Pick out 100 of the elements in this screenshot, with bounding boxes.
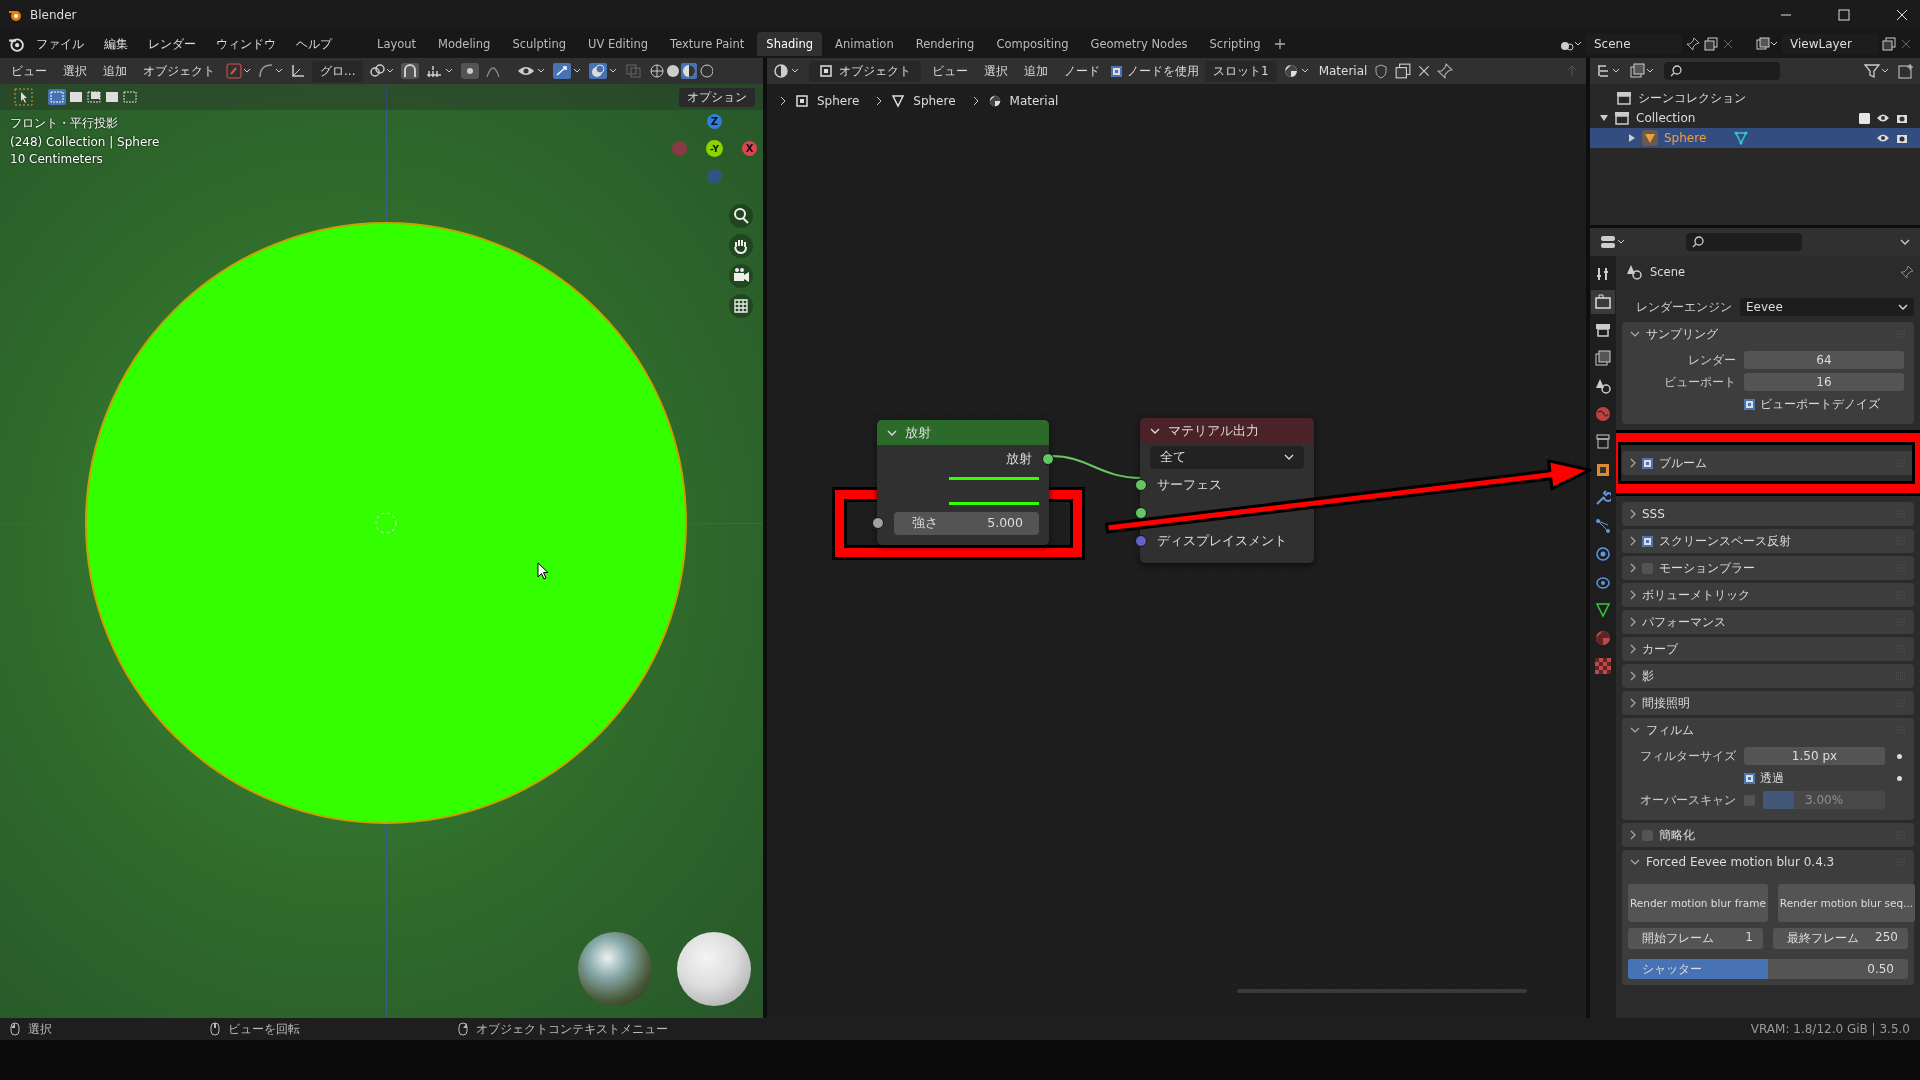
object-icon[interactable] bbox=[1595, 462, 1611, 478]
collapsed-triangle-icon[interactable] bbox=[1628, 134, 1636, 142]
material-field[interactable]: Material bbox=[1318, 64, 1368, 78]
grid-icon[interactable] bbox=[729, 294, 753, 318]
physics-icon[interactable] bbox=[1595, 546, 1611, 562]
menu-item[interactable]: ヘルプ bbox=[288, 33, 340, 55]
image-stack-icon[interactable] bbox=[1595, 350, 1611, 366]
constraint-icon[interactable] bbox=[1595, 574, 1611, 590]
input-socket-icon[interactable] bbox=[1135, 535, 1147, 547]
scene-collection-label[interactable]: シーンコレクション bbox=[1638, 89, 1746, 107]
camera-icon[interactable] bbox=[729, 264, 753, 288]
printer-icon[interactable] bbox=[1595, 322, 1611, 338]
keyframe-dot-icon[interactable] bbox=[1897, 775, 1902, 781]
transform-orientation-dropdown[interactable]: グロ... bbox=[312, 60, 364, 82]
collapse-chevron-icon[interactable] bbox=[887, 428, 897, 437]
node-header[interactable]: 放射 bbox=[877, 420, 1049, 445]
menu-item[interactable]: 選択 bbox=[58, 60, 92, 82]
panel-header[interactable]: モーションブラー bbox=[1622, 556, 1914, 580]
menu-item[interactable]: ビュー bbox=[6, 60, 52, 82]
panel-header[interactable]: 影 bbox=[1622, 664, 1914, 688]
menu-item[interactable]: ノード bbox=[1059, 60, 1105, 82]
camera-icon[interactable] bbox=[1896, 132, 1908, 144]
denoise-checkbox[interactable]: ビューポートデノイズ bbox=[1744, 395, 1880, 413]
strength-field[interactable]: 強さ 5.000 bbox=[894, 511, 1039, 535]
scene-field[interactable]: Scene bbox=[1586, 34, 1682, 54]
workspace-tab[interactable]: Animation bbox=[826, 32, 903, 56]
volume-socket-icon[interactable] bbox=[1135, 507, 1147, 519]
copy-icon[interactable] bbox=[1395, 63, 1412, 79]
panel-header[interactable]: 間接照明 bbox=[1622, 691, 1914, 715]
workspace-tab[interactable]: Compositing bbox=[987, 32, 1078, 56]
panel-header[interactable]: パフォーマンス bbox=[1622, 610, 1914, 634]
panel-header[interactable]: フィルム bbox=[1622, 718, 1914, 742]
maximize-icon[interactable] bbox=[1838, 9, 1850, 21]
menu-item[interactable]: ウィンドウ bbox=[208, 33, 284, 55]
zoom-icon[interactable] bbox=[729, 204, 753, 228]
chevron-down-icon[interactable] bbox=[1900, 238, 1910, 246]
panel-checkbox[interactable] bbox=[1642, 535, 1653, 547]
checker-texture-icon[interactable] bbox=[1595, 658, 1611, 674]
shield-icon[interactable] bbox=[1373, 63, 1390, 79]
proportional-icon[interactable] bbox=[258, 63, 284, 79]
search-field[interactable] bbox=[1686, 233, 1802, 251]
options-dropdown[interactable]: オプション bbox=[679, 87, 755, 107]
expanded-triangle-icon[interactable] bbox=[1600, 114, 1608, 122]
workspace-tab[interactable]: Texture Paint bbox=[661, 32, 754, 56]
number-field[interactable]: 16 bbox=[1744, 373, 1904, 391]
wrench-icon[interactable] bbox=[1595, 490, 1611, 506]
strength-socket-icon[interactable] bbox=[872, 517, 884, 529]
slot-dropdown[interactable]: スロット1 bbox=[1205, 60, 1277, 82]
panel-header[interactable]: SSS bbox=[1622, 502, 1914, 526]
workspace-tab[interactable]: Scripting bbox=[1200, 32, 1270, 56]
link-icon[interactable] bbox=[369, 63, 396, 79]
add-icon[interactable] bbox=[1273, 38, 1286, 50]
outliner-row[interactable]: Collection bbox=[1590, 108, 1920, 128]
mesh-data-icon[interactable] bbox=[1595, 602, 1611, 618]
panel-header[interactable]: スクリーンスペース反射 bbox=[1622, 529, 1914, 553]
new-collection-icon[interactable] bbox=[1898, 63, 1914, 79]
pivot-icon[interactable] bbox=[226, 63, 252, 79]
pin-icon[interactable] bbox=[1437, 63, 1454, 79]
particles-icon[interactable] bbox=[1595, 518, 1611, 534]
end-frame-field[interactable]: 最終フレーム 250 bbox=[1773, 928, 1908, 949]
transparent-checkbox[interactable]: 透過 bbox=[1744, 769, 1784, 787]
copy-icon[interactable] bbox=[1704, 37, 1718, 51]
collapse-chevron-icon[interactable] bbox=[1150, 426, 1160, 435]
menu-item[interactable]: ファイル bbox=[28, 33, 92, 55]
panel-header[interactable]: ブルーム bbox=[1622, 451, 1914, 475]
workspace-tab[interactable]: Layout bbox=[368, 32, 426, 56]
tool-icon[interactable] bbox=[1595, 266, 1611, 282]
eye-icon[interactable] bbox=[1876, 133, 1890, 143]
image-stack-icon[interactable] bbox=[1756, 37, 1778, 51]
axis-handle-icon[interactable] bbox=[672, 141, 687, 156]
panel-header[interactable]: Forced Eevee motion blur 0.4.3 bbox=[1622, 850, 1914, 874]
scene-icon[interactable] bbox=[1595, 378, 1611, 394]
object-type-dropdown[interactable]: オブジェクト bbox=[809, 60, 921, 82]
use-nodes-checkbox[interactable]: ノードを使用 bbox=[1111, 62, 1199, 80]
workspace-tab[interactable]: Modeling bbox=[429, 32, 500, 56]
menu-item[interactable]: ビュー bbox=[927, 60, 973, 82]
eye-icon[interactable] bbox=[1876, 113, 1890, 123]
outliner-row[interactable]: Sphere bbox=[1590, 128, 1920, 148]
hand-icon[interactable] bbox=[729, 234, 753, 258]
select-cursor-icon[interactable] bbox=[14, 88, 34, 106]
panel-checkbox[interactable] bbox=[1642, 457, 1653, 469]
copy-icon[interactable] bbox=[1882, 37, 1896, 51]
globe-icon[interactable] bbox=[1595, 406, 1611, 422]
workspace-tab[interactable]: Geometry Nodes bbox=[1081, 32, 1197, 56]
workspace-tab[interactable]: UV Editing bbox=[579, 32, 658, 56]
view-layer-field[interactable]: ViewLayer bbox=[1782, 34, 1878, 54]
menu-item[interactable]: オブジェクト bbox=[138, 60, 220, 82]
panel-header[interactable]: サンプリング bbox=[1622, 322, 1914, 346]
y-axis-handle[interactable]: -Y bbox=[706, 140, 723, 157]
search-field[interactable] bbox=[1664, 62, 1780, 80]
menu-item[interactable]: 追加 bbox=[1019, 60, 1053, 82]
workspace-tab[interactable]: Sculpting bbox=[503, 32, 576, 56]
pin-icon[interactable] bbox=[1900, 265, 1914, 279]
render-button[interactable]: Render motion blur frame bbox=[1628, 884, 1768, 922]
number-field[interactable]: 64 bbox=[1744, 351, 1904, 369]
collection-icon[interactable] bbox=[1595, 434, 1611, 450]
render-engine-dropdown[interactable]: Eevee bbox=[1740, 298, 1914, 316]
material-icon[interactable] bbox=[1595, 630, 1611, 646]
start-frame-field[interactable]: 開始フレーム 1 bbox=[1628, 928, 1763, 949]
z-axis-handle[interactable]: Z bbox=[707, 114, 722, 129]
